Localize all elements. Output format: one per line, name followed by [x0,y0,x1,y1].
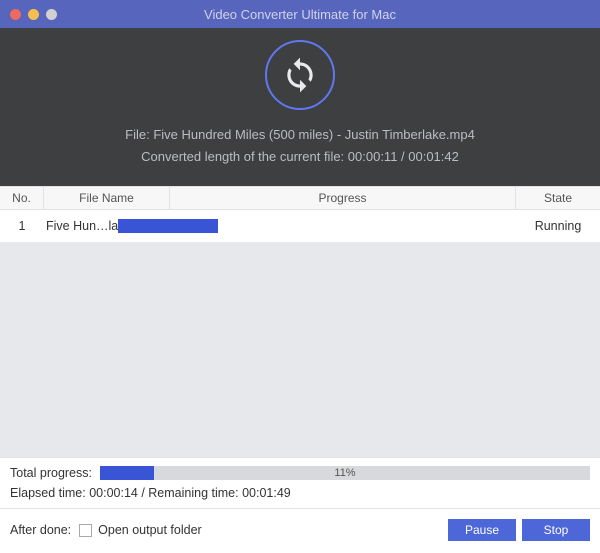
row-no: 1 [0,219,44,233]
window-title: Video Converter Ultimate for Mac [0,7,600,22]
time-summary: Elapsed time: 00:00:14 / Remaining time:… [0,484,600,508]
current-file-label: File: Five Hundred Miles (500 miles) - J… [0,124,600,146]
minimize-icon[interactable] [28,9,39,20]
close-icon[interactable] [10,9,21,20]
col-header-state: State [516,187,600,209]
empty-list-area [0,242,600,457]
after-done-label: After done: [10,523,71,537]
col-header-file: File Name [44,187,170,209]
pause-button[interactable]: Pause [448,519,516,541]
row-progress-bar [118,219,218,233]
window-controls [10,9,57,20]
table-header: No. File Name Progress State [0,186,600,210]
status-panel: File: Five Hundred Miles (500 miles) - J… [0,28,600,186]
titlebar: Video Converter Ultimate for Mac [0,0,600,28]
open-output-folder-label: Open output folder [98,523,202,537]
open-output-folder-checkbox[interactable] [79,524,92,537]
total-progress-label: Total progress: [10,466,92,480]
row-progress [170,219,516,233]
total-progress-bar: 11% [100,466,590,480]
converted-length-label: Converted length of the current file: 00… [0,146,600,168]
zoom-icon [46,9,57,20]
col-header-progress: Progress [170,187,516,209]
summary-panel: Total progress: 11% Elapsed time: 00:00:… [0,457,600,553]
row-state: Running [516,219,600,233]
stop-button[interactable]: Stop [522,519,590,541]
col-header-no: No. [0,187,44,209]
total-progress-percent: 11% [100,466,590,480]
table-row[interactable]: 1 Five Hun…lake.mp4 Running [0,210,600,242]
convert-spinner-icon [265,40,335,110]
